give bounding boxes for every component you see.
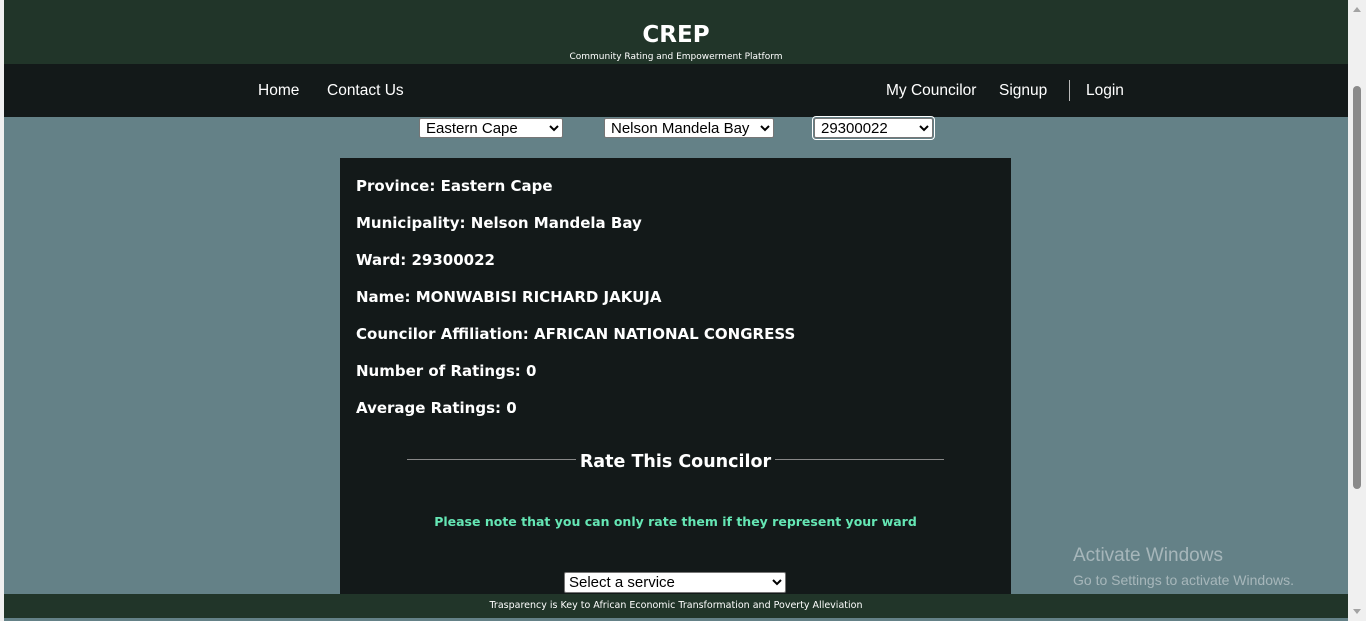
province-select[interactable]: Eastern Cape: [419, 118, 563, 138]
rate-title-text: Rate This Councilor: [575, 452, 776, 472]
vertical-scrollbar[interactable]: [1348, 0, 1366, 621]
windows-activation-watermark: Activate Windows Go to Settings to activ…: [1073, 544, 1294, 590]
watermark-title: Activate Windows: [1073, 545, 1223, 566]
scroll-down-arrow-icon[interactable]: [1353, 609, 1361, 614]
watermark-subtitle: Go to Settings to activate Windows.: [1073, 572, 1294, 588]
number-of-ratings: Number of Ratings: 0: [356, 362, 537, 380]
municipality-select[interactable]: Nelson Mandela Bay: [604, 118, 774, 138]
nav-contact-link[interactable]: Contact Us: [327, 81, 404, 101]
site-subtitle: Community Rating and Empowerment Platfor…: [569, 52, 783, 62]
councilor-affiliation: Councilor Affiliation: AFRICAN NATIONAL …: [356, 325, 796, 343]
municipality-info: Municipality: Nelson Mandela Bay: [356, 214, 642, 232]
rating-note: Please note that you can only rate them …: [434, 514, 917, 529]
site-footer: Trasparency is Key to African Economic T…: [4, 594, 1348, 618]
rate-section-title: Rate This Councilor: [340, 451, 1011, 473]
scrollbar-thumb[interactable]: [1353, 86, 1361, 489]
ward-info: Ward: 29300022: [356, 251, 495, 269]
service-select[interactable]: Select a service: [564, 572, 786, 593]
nav-my-councilor-link[interactable]: My Councilor: [886, 81, 976, 101]
nav-home-link[interactable]: Home: [258, 81, 299, 101]
nav-divider: [1069, 80, 1070, 101]
councilor-name: Name: MONWABISI RICHARD JAKUJA: [356, 288, 662, 306]
page: CREP Community Rating and Empowerment Pl…: [4, 0, 1348, 621]
site-header: CREP Community Rating and Empowerment Pl…: [4, 0, 1348, 64]
scroll-up-arrow-icon[interactable]: [1353, 7, 1361, 12]
nav-login-link[interactable]: Login: [1086, 81, 1124, 101]
nav-signup-link[interactable]: Signup: [999, 81, 1047, 101]
councilor-panel: Province: Eastern Cape Municipality: Nel…: [340, 158, 1011, 598]
province-info: Province: Eastern Cape: [356, 177, 553, 195]
navbar: Home Contact Us My Councilor Signup Logi…: [4, 64, 1348, 117]
average-ratings: Average Ratings: 0: [356, 399, 517, 417]
ward-select[interactable]: 29300022: [812, 116, 935, 140]
site-title: CREP: [642, 22, 710, 48]
